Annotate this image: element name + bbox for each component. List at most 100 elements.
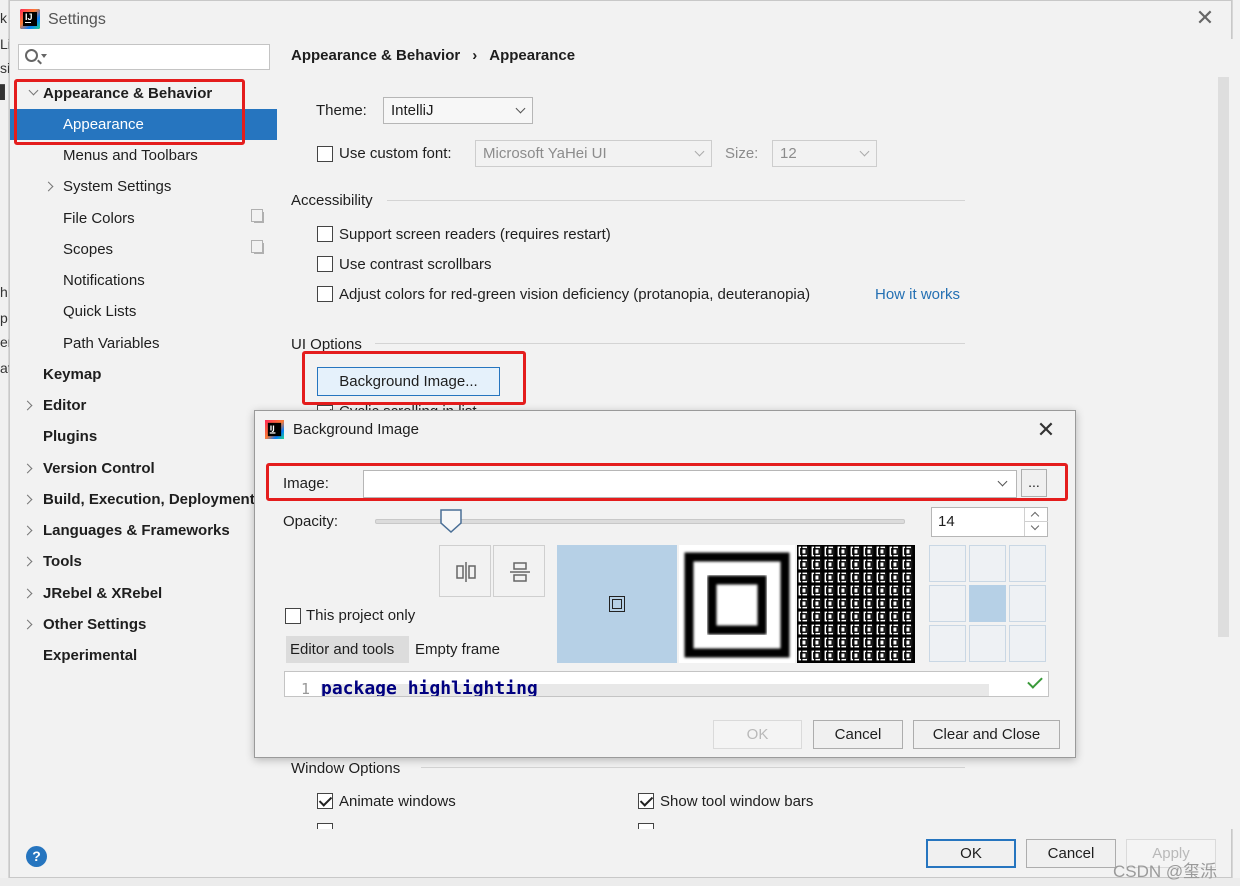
anchor-bottom-center[interactable]	[969, 625, 1006, 662]
anchor-middle-left[interactable]	[929, 585, 966, 622]
chevron-down-icon	[694, 146, 705, 157]
sidebar-item-label: Scopes	[63, 241, 114, 258]
chevron-right-icon[interactable]	[22, 619, 33, 630]
chevron-right-icon[interactable]	[22, 588, 33, 599]
fill-mode-tile[interactable]	[797, 545, 915, 663]
sidebar-item-label: Experimental	[43, 647, 138, 664]
flip-horizontal-button[interactable]	[439, 545, 491, 597]
anchor-top-left[interactable]	[929, 545, 966, 582]
window-options-header: Window Options	[291, 760, 401, 777]
intellij-app-icon: IJ	[265, 420, 284, 439]
clear-and-close-button[interactable]: Clear and Close	[913, 720, 1060, 749]
cut-off-checkbox[interactable]	[317, 823, 333, 829]
sidebar-item-other-settings[interactable]: Other Settings	[10, 609, 277, 640]
chevron-right-icon[interactable]	[22, 494, 33, 505]
fill-mode-scale[interactable]	[679, 545, 795, 663]
opacity-spinner[interactable]: 14	[931, 507, 1048, 537]
this-project-only-label: This project only	[306, 607, 416, 624]
window-title: Settings	[48, 11, 106, 28]
background-app-text: Li	[0, 36, 9, 52]
chevron-right-icon[interactable]	[22, 463, 33, 474]
contrast-scrollbars-checkbox[interactable]	[317, 256, 333, 272]
flip-vertical-button[interactable]	[493, 545, 545, 597]
sidebar-item-experimental[interactable]: Experimental	[10, 640, 277, 671]
font-dropdown[interactable]: Microsoft YaHei UI	[475, 140, 712, 167]
sidebar-item-system-settings[interactable]: System Settings	[10, 171, 277, 202]
this-project-only-checkbox[interactable]	[285, 608, 301, 624]
how-it-works-link[interactable]: How it works	[875, 286, 960, 303]
settings-sidebar: Appearance & Behavior Appearance Menus a…	[10, 39, 277, 829]
sidebar-item-label: Path Variables	[63, 335, 160, 352]
sidebar-item-notifications[interactable]: Notifications	[10, 265, 277, 296]
sidebar-item-path-variables[interactable]: Path Variables	[10, 328, 277, 359]
sidebar-item-label: Keymap	[43, 366, 102, 383]
animate-windows-checkbox[interactable]	[317, 793, 333, 809]
chevron-right-icon[interactable]	[22, 525, 33, 536]
cut-off-checkbox[interactable]	[638, 823, 654, 829]
sidebar-item-build-execution[interactable]: Build, Execution, Deployment	[10, 484, 277, 515]
anchor-top-right[interactable]	[1009, 545, 1046, 582]
size-dropdown[interactable]: 12	[772, 140, 877, 167]
show-tool-window-bars-checkbox[interactable]	[638, 793, 654, 809]
background-app-strip: k Li si ▌ h p er at	[0, 0, 9, 886]
sidebar-item-label: Plugins	[43, 428, 98, 445]
sidebar-item-label: Version Control	[43, 460, 155, 477]
anchor-middle-right[interactable]	[1009, 585, 1046, 622]
highlight-box-sidebar	[14, 79, 245, 145]
sidebar-item-label: Tools	[43, 553, 82, 570]
anchor-bottom-left[interactable]	[929, 625, 966, 662]
custom-font-checkbox[interactable]	[317, 146, 333, 162]
chevron-right-icon[interactable]	[22, 400, 33, 411]
sidebar-item-quick-lists[interactable]: Quick Lists	[10, 296, 277, 327]
screen-readers-checkbox[interactable]	[317, 226, 333, 242]
sidebar-item-languages-frameworks[interactable]: Languages & Frameworks	[10, 515, 277, 546]
anchor-position-grid	[929, 545, 1048, 664]
sidebar-item-file-colors[interactable]: File Colors	[10, 203, 277, 234]
theme-dropdown[interactable]: IntelliJ	[383, 97, 533, 124]
anchor-top-center[interactable]	[969, 545, 1006, 582]
custom-font-label: Use custom font:	[339, 145, 452, 162]
sidebar-item-label: Notifications	[63, 272, 145, 289]
sidebar-item-scopes[interactable]: Scopes	[10, 234, 277, 265]
chevron-down-icon	[515, 103, 526, 114]
sidebar-item-label: Other Settings	[43, 616, 147, 633]
section-divider	[375, 343, 965, 344]
background-app-text: si	[0, 60, 9, 76]
sidebar-item-label: Editor	[43, 397, 87, 414]
adjust-colors-checkbox[interactable]	[317, 286, 333, 302]
tab-editor-and-tools[interactable]: Editor and tools	[286, 636, 409, 663]
sidebar-item-tools[interactable]: Tools	[10, 546, 277, 577]
search-input[interactable]	[18, 44, 270, 70]
cancel-button[interactable]: Cancel	[1026, 839, 1116, 868]
breadcrumb-parent[interactable]: Appearance & Behavior	[291, 47, 460, 64]
ok-button[interactable]: OK	[926, 839, 1016, 868]
close-icon[interactable]: ✕	[1035, 417, 1057, 443]
chevron-up-icon[interactable]	[1030, 511, 1040, 521]
sidebar-item-plugins[interactable]: Plugins	[10, 421, 277, 452]
search-history-dropdown-icon[interactable]	[41, 54, 47, 58]
dialog-ok-button[interactable]: OK	[713, 720, 802, 749]
dialog-cancel-button[interactable]: Cancel	[813, 720, 903, 749]
anchor-center[interactable]	[969, 585, 1006, 622]
spinner-buttons[interactable]	[1024, 508, 1048, 536]
flip-horizontal-icon	[456, 562, 476, 582]
fill-mode-plain[interactable]	[557, 545, 677, 663]
sidebar-item-label: Build, Execution, Deployment	[43, 491, 255, 508]
sidebar-item-jrebel[interactable]: JRebel & XRebel	[10, 578, 277, 609]
sidebar-item-keymap[interactable]: Keymap	[10, 359, 277, 390]
sidebar-item-version-control[interactable]: Version Control	[10, 453, 277, 484]
sidebar-item-label: Quick Lists	[63, 303, 137, 320]
opacity-slider-thumb[interactable]	[440, 509, 462, 533]
tab-empty-frame[interactable]: Empty frame	[415, 641, 500, 658]
help-icon[interactable]: ?	[26, 846, 47, 867]
background-app-bottom-edge	[0, 878, 1240, 886]
close-icon[interactable]: ✕	[1194, 7, 1216, 29]
chevron-right-icon[interactable]	[43, 181, 54, 192]
svg-text:IJ: IJ	[270, 424, 275, 432]
anchor-bottom-right[interactable]	[1009, 625, 1046, 662]
accessibility-header: Accessibility	[291, 192, 373, 209]
content-scrollbar[interactable]	[1218, 77, 1229, 637]
chevron-down-icon[interactable]	[1030, 521, 1040, 531]
sidebar-item-editor[interactable]: Editor	[10, 390, 277, 421]
chevron-right-icon[interactable]	[22, 556, 33, 567]
